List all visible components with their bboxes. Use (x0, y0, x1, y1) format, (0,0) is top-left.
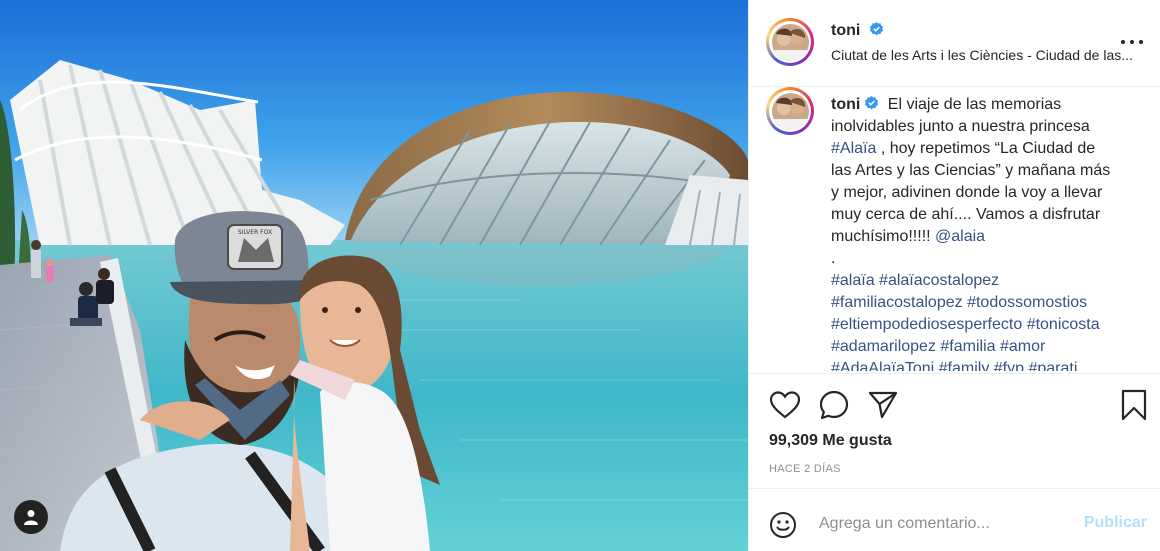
post-header: toni Ciutat de les Arts i les Ciències -… (749, 0, 1160, 87)
hashtag-link[interactable]: #family (939, 360, 990, 371)
caption-text: El viaje de las memorias (887, 96, 1062, 113)
post-timestamp[interactable]: HACE 2 DÍAS (769, 463, 841, 475)
caption-text: , hoy repetimos “La Ciudad de (880, 140, 1096, 157)
save-button[interactable] (1117, 388, 1151, 422)
post-location[interactable]: Ciutat de les Arts i les Ciències - Ciud… (831, 47, 1149, 63)
hashtag-link[interactable]: #tonicosta (1027, 316, 1100, 333)
photo-illustration: SILVER FOX (0, 0, 748, 551)
hashtag-link[interactable]: #alaïacostalopez (879, 272, 999, 289)
verified-badge-icon (869, 22, 883, 36)
hashtag-link[interactable]: #adamarilopez (831, 338, 936, 355)
post-caption: toni El viaje de las memorias inolvidabl… (831, 94, 1151, 371)
hashtag-link[interactable]: #familiacostalopez (831, 294, 963, 311)
like-count[interactable]: 99,309 Me gusta (769, 432, 892, 450)
verified-badge-icon (865, 96, 879, 110)
bookmark-icon (1121, 389, 1147, 421)
caption-area: toni El viaje de las memorias inolvidabl… (749, 87, 1160, 371)
caption-avatar[interactable] (766, 87, 814, 135)
post-username[interactable]: toni (831, 22, 884, 40)
share-button[interactable] (866, 388, 900, 422)
post-photo[interactable]: SILVER FOX (0, 0, 748, 551)
hashtag-link[interactable]: #amor (1000, 338, 1045, 355)
hashtag-link[interactable]: #fyp (994, 360, 1024, 371)
caption-avatar-image (771, 92, 809, 130)
caption-text: y mejor, adivinen donde la voy a llevar (831, 184, 1103, 201)
hashtag-link[interactable]: #Alaïa (831, 140, 876, 157)
avatar[interactable] (766, 18, 814, 66)
comment-button[interactable] (817, 388, 851, 422)
caption-text: muchísimo!!!!! (831, 228, 931, 245)
smiley-face-icon[interactable] (769, 511, 797, 539)
more-options-icon[interactable] (1121, 40, 1143, 46)
hashtag-link[interactable]: #alaïa (831, 272, 875, 289)
caption-text: . (831, 250, 836, 267)
comment-input[interactable] (819, 511, 1059, 537)
user-tag-icon (24, 510, 38, 525)
paper-plane-icon (868, 391, 898, 419)
hashtag-link[interactable]: #todossomostios (967, 294, 1087, 311)
caption-text: las Artes y las Ciencias” y mañana más (831, 162, 1111, 179)
user-tag-button[interactable] (14, 500, 48, 534)
comment-bubble-icon (819, 390, 849, 420)
cap-text: SILVER FOX (238, 229, 272, 236)
hashtag-link[interactable]: #AdaAlaïaToni (831, 360, 934, 371)
caption-username[interactable]: toni (831, 96, 860, 113)
like-button[interactable] (768, 388, 802, 422)
hashtag-link[interactable]: #familia (940, 338, 995, 355)
comment-form: Publicar (749, 488, 1160, 551)
post-side-panel: toni Ciutat de les Arts i les Ciències -… (748, 0, 1160, 551)
hashtag-link[interactable]: #parati (1028, 360, 1077, 371)
username-text[interactable]: toni (831, 22, 860, 39)
publish-button[interactable]: Publicar (1084, 514, 1147, 532)
avatar-image (771, 23, 809, 61)
caption-text: muy cerca de ahí.... Vamos a disfrutar (831, 206, 1101, 223)
post-actions: 99,309 Me gusta HACE 2 DÍAS Publicar (749, 373, 1160, 551)
mention-link[interactable]: @alaia (935, 228, 985, 245)
heart-icon (770, 391, 800, 419)
hashtag-link[interactable]: #eltiempodediosesperfecto (831, 316, 1022, 333)
caption-text: inolvidables junto a nuestra princesa (831, 118, 1090, 135)
